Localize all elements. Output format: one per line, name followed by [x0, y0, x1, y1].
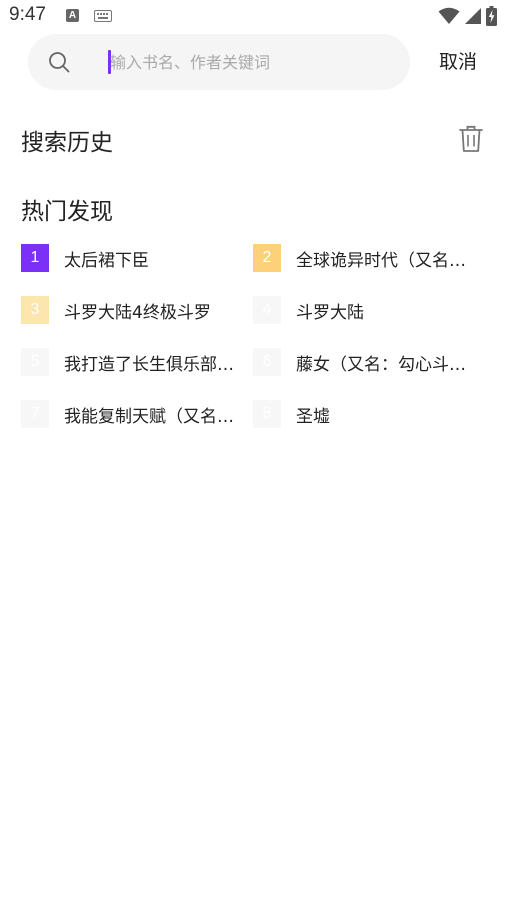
- hot-item-title: 太后裙下臣: [64, 250, 149, 271]
- status-bar: 9:47 A: [0, 0, 505, 32]
- hot-item-5[interactable]: 5 我打造了长生俱乐部（又名…: [21, 347, 247, 377]
- status-indicators: [438, 6, 497, 26]
- rank-badge: 5: [21, 348, 49, 376]
- cancel-button[interactable]: 取消: [430, 48, 486, 76]
- trash-icon[interactable]: [459, 125, 483, 153]
- search-input[interactable]: [110, 47, 390, 77]
- hot-item-title: 全球诡异时代（又名：全球…: [296, 250, 476, 271]
- hot-item-3[interactable]: 3 斗罗大陆4终极斗罗: [21, 295, 247, 325]
- wifi-icon: [438, 7, 460, 24]
- search-bar[interactable]: [28, 34, 410, 90]
- rank-badge: 7: [21, 400, 49, 428]
- hot-item-title: 藤女（又名：勾心斗角…: [296, 354, 476, 375]
- rank-badge: 1: [21, 244, 49, 272]
- search-history-title: 搜索历史: [21, 130, 113, 156]
- hot-item-title: 我能复制天赋（又名：我能…: [64, 406, 244, 427]
- hot-item-4[interactable]: 4 斗罗大陆: [253, 295, 479, 325]
- hot-item-6[interactable]: 6 藤女（又名：勾心斗角…: [253, 347, 479, 377]
- hot-item-title: 我打造了长生俱乐部（又名…: [64, 354, 244, 375]
- hot-item-title: 斗罗大陆: [296, 302, 364, 323]
- rank-badge: 4: [253, 296, 281, 324]
- hot-discoveries-title: 热门发现: [21, 199, 113, 225]
- rank-badge: 2: [253, 244, 281, 272]
- status-time: 9:47: [9, 4, 46, 25]
- hot-item-1[interactable]: 1 太后裙下臣: [21, 243, 247, 273]
- rank-badge: 3: [21, 296, 49, 324]
- input-method-icon: A: [66, 9, 79, 22]
- hot-item-8[interactable]: 8 圣墟: [253, 399, 479, 429]
- rank-badge: 8: [253, 400, 281, 428]
- signal-icon: [465, 8, 481, 24]
- keyboard-icon: [94, 10, 112, 22]
- rank-badge: 6: [253, 348, 281, 376]
- hot-item-7[interactable]: 7 我能复制天赋（又名：我能…: [21, 399, 247, 429]
- hot-item-title: 圣墟: [296, 406, 330, 427]
- hot-item-2[interactable]: 2 全球诡异时代（又名：全球…: [253, 243, 479, 273]
- battery-charging-icon: [486, 6, 497, 26]
- search-icon: [49, 52, 70, 73]
- hot-item-title: 斗罗大陆4终极斗罗: [64, 302, 211, 323]
